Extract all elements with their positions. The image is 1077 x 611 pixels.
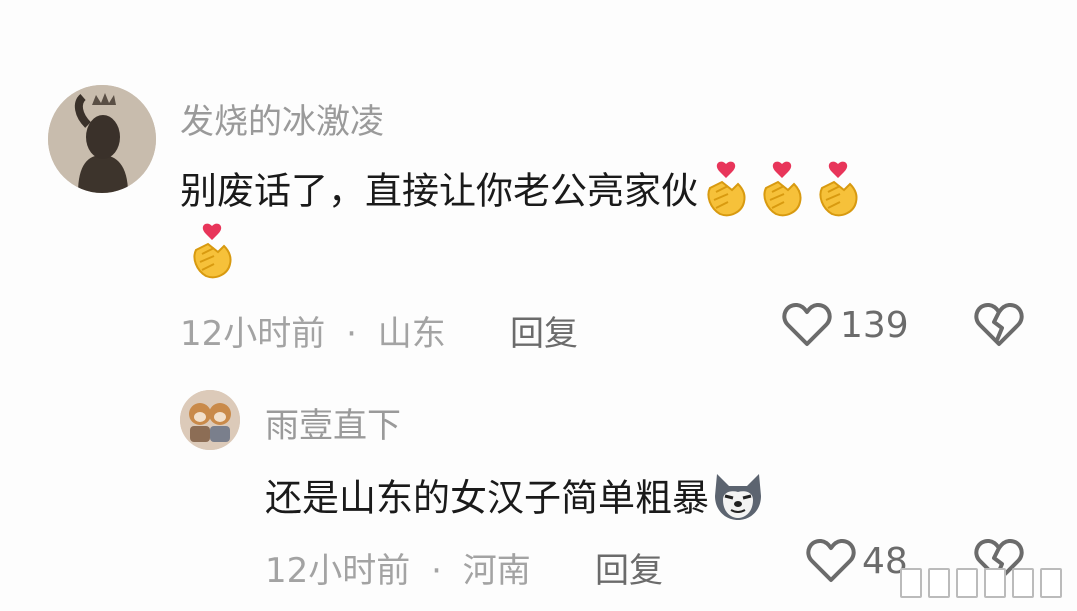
separator: · bbox=[346, 314, 357, 354]
location: 山东 bbox=[377, 314, 446, 354]
separator: · bbox=[431, 551, 442, 591]
like-heart-icon[interactable] bbox=[806, 538, 856, 588]
location: 河南 bbox=[462, 551, 531, 591]
finger-heart-icon bbox=[184, 222, 240, 286]
comment-meta: 12小时前 · 山东 bbox=[180, 306, 446, 355]
missing-glyph-box bbox=[1040, 568, 1062, 598]
comment-meta: 12小时前 · 河南 bbox=[265, 543, 531, 592]
missing-glyph-box bbox=[928, 568, 950, 598]
timestamp: 12小时前 bbox=[180, 314, 326, 354]
username[interactable]: 雨壹直下 bbox=[265, 398, 401, 447]
comment-text-body: 别废话了，直接让你老公亮家伙 bbox=[180, 169, 698, 213]
username[interactable]: 发烧的冰激凌 bbox=[180, 94, 384, 143]
broken-heart-icon[interactable] bbox=[974, 302, 1024, 352]
missing-glyph-box bbox=[956, 568, 978, 598]
missing-glyph-box bbox=[984, 568, 1006, 598]
like-count: 139 bbox=[840, 305, 909, 346]
reply-button[interactable]: 回复 bbox=[595, 543, 663, 592]
avatar-image bbox=[48, 85, 156, 193]
finger-heart-icon bbox=[698, 160, 754, 226]
finger-heart-icon bbox=[754, 160, 810, 226]
reply-button[interactable]: 回复 bbox=[510, 306, 578, 355]
comment-text: 还是山东的女汉子简单粗暴 bbox=[265, 470, 767, 530]
husky-dog-icon bbox=[709, 470, 767, 530]
avatar-image bbox=[180, 390, 240, 450]
comment-text-body: 还是山东的女汉子简单粗暴 bbox=[265, 476, 709, 520]
finger-heart-icon bbox=[810, 160, 866, 226]
avatar[interactable] bbox=[180, 390, 240, 450]
avatar[interactable] bbox=[48, 85, 156, 193]
missing-glyph-box bbox=[900, 568, 922, 598]
timestamp: 12小时前 bbox=[265, 551, 411, 591]
like-heart-icon[interactable] bbox=[782, 302, 832, 352]
glyph-placeholder-strip bbox=[900, 568, 1062, 598]
missing-glyph-box bbox=[1012, 568, 1034, 598]
comment-text: 别废话了，直接让你老公亮家伙 bbox=[180, 160, 866, 226]
